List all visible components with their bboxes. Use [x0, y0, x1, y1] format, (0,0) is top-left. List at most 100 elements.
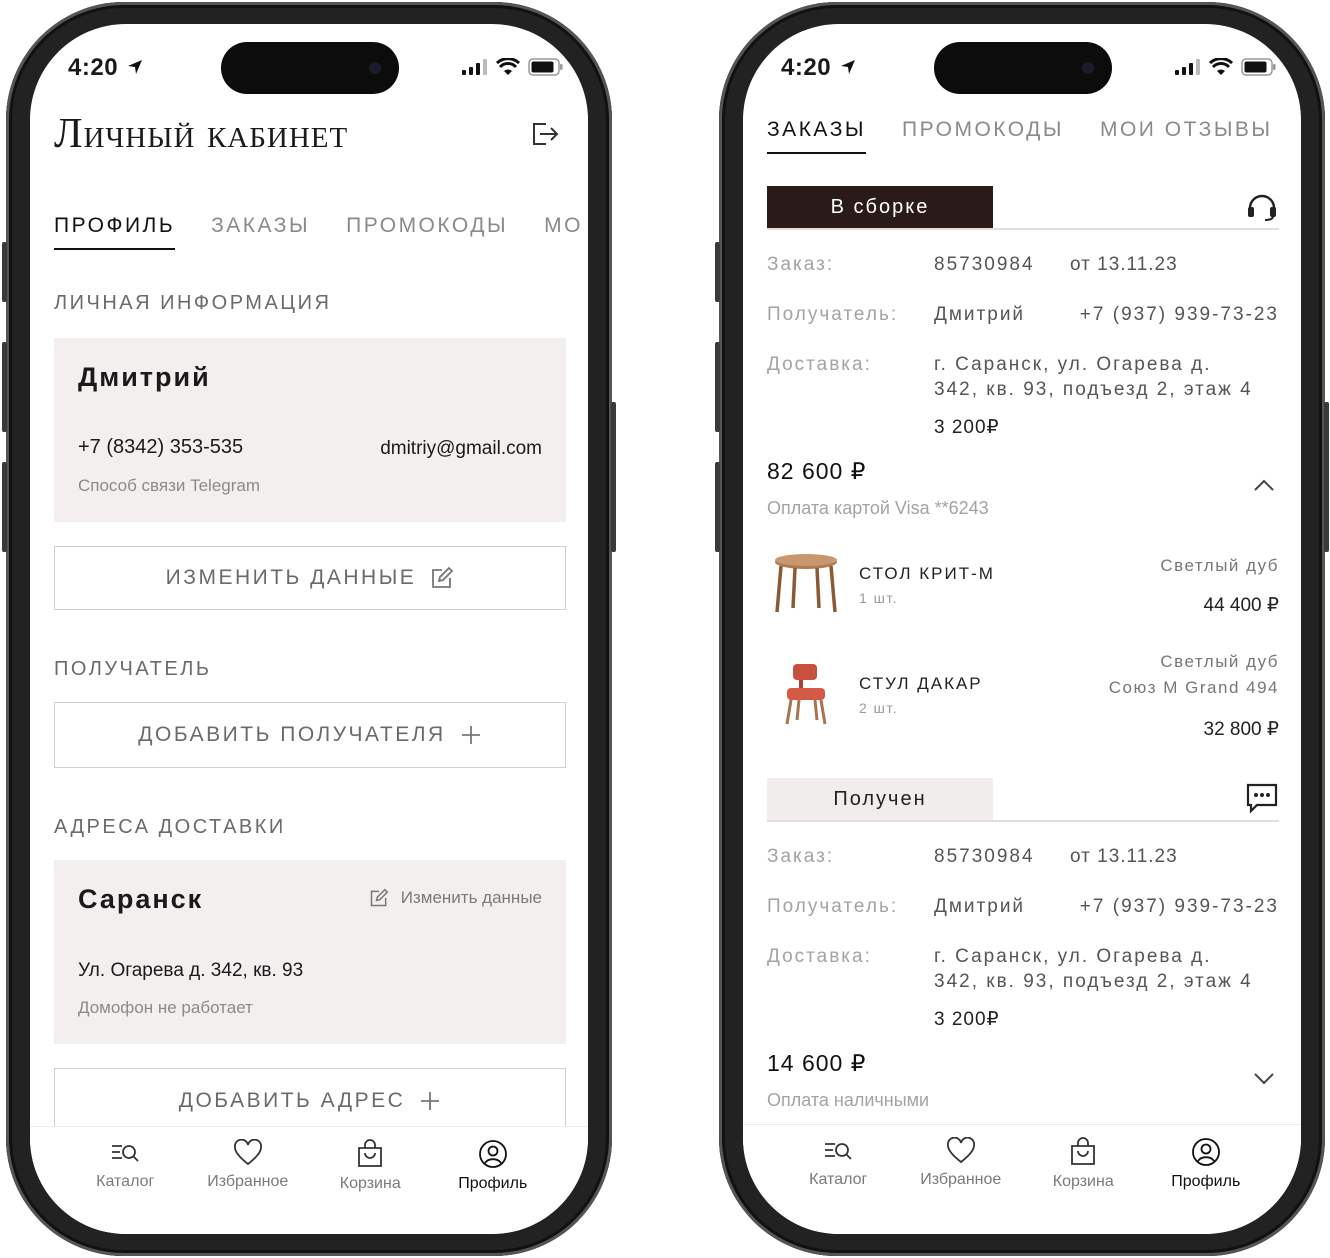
- bottom-nav: Каталог Избранное Корзина Профиль: [743, 1124, 1301, 1234]
- product-image-table: [771, 552, 841, 623]
- payment-method: Оплата картой Visa **6243: [767, 498, 989, 518]
- section-addresses: Адреса доставки: [54, 816, 286, 838]
- add-address-button[interactable]: Добавить адрес: [54, 1068, 566, 1134]
- order-status-badge: В сборке: [767, 186, 993, 228]
- side-button: [2, 242, 7, 302]
- plus-icon: [461, 726, 480, 744]
- nav-cart[interactable]: Корзина: [320, 1127, 420, 1234]
- address-city: Саранск: [78, 884, 204, 914]
- chat-button[interactable]: [1245, 782, 1279, 819]
- product-option: Союз М Grand 494: [1108, 678, 1279, 697]
- contact-method: Способ связи Telegram: [78, 476, 261, 495]
- wifi-icon: [1209, 58, 1233, 75]
- add-recipient-button[interactable]: Добавить получателя: [54, 702, 566, 768]
- product-option: Светлый дуб: [1160, 652, 1279, 671]
- nav-catalog[interactable]: Каталог: [75, 1127, 175, 1234]
- side-button: [715, 342, 720, 432]
- delivery-address-line2: 342, кв. 93, подъезд 2, этаж 4: [934, 971, 1253, 992]
- section-personal-info: Личная информация: [54, 292, 332, 314]
- location-arrow-icon: [128, 60, 143, 74]
- tab-orders[interactable]: Заказы: [211, 214, 310, 250]
- tab-promocodes[interactable]: Промокоды: [902, 118, 1064, 154]
- status-bar: 4:20: [30, 54, 588, 84]
- screen-orders: 4:20 Заказы Промокоды: [743, 24, 1301, 1234]
- tab-promocodes[interactable]: Промокоды: [346, 214, 508, 250]
- side-button: [1324, 402, 1329, 552]
- product-option: Светлый дуб: [1160, 556, 1279, 575]
- tab-reviews[interactable]: Мо: [544, 214, 583, 250]
- wifi-icon: [496, 58, 520, 75]
- person-email: dmitriy@gmail.com: [380, 438, 542, 459]
- expand-order-button[interactable]: [1253, 1072, 1275, 1091]
- location-arrow-icon: [841, 60, 856, 74]
- orders-tabs: Заказы Промокоды Мои отзывы: [767, 118, 1273, 154]
- section-recipient: Получатель: [54, 658, 212, 680]
- order-status-badge: Получен: [767, 778, 993, 820]
- screen-profile: 4:20 Личный кабинет ПРОФИЛЬ ЗАКАЗЫ ПРОМО…: [30, 24, 588, 1234]
- address-edit-label: Изменить данные: [400, 888, 542, 907]
- side-button: [715, 242, 720, 302]
- order-number: 85730984: [934, 254, 1035, 275]
- collapse-order-button[interactable]: [1253, 478, 1275, 497]
- catalog-search-icon: [825, 1143, 852, 1160]
- battery-icon: [528, 58, 563, 76]
- product-price: 44 400 ₽: [1203, 595, 1279, 616]
- order-date: от 13.11.23: [1070, 846, 1178, 867]
- nav-catalog[interactable]: Каталог: [788, 1125, 888, 1234]
- person-phone: +7 (8342) 353-535: [78, 436, 244, 458]
- address-card: Саранск Изменить данные Ул. Огарева д. 3…: [54, 860, 566, 1044]
- tab-orders[interactable]: Заказы: [767, 118, 866, 154]
- nav-label: Каталог: [809, 1171, 868, 1188]
- side-button: [715, 462, 720, 552]
- recipient-phone: +7 (937) 939-73-23: [1079, 304, 1279, 325]
- edit-data-button[interactable]: Изменить данные: [54, 546, 566, 610]
- heart-icon: [233, 1139, 262, 1166]
- chevron-down-icon: [1254, 1073, 1274, 1085]
- tab-profile[interactable]: Профиль: [54, 214, 176, 250]
- edit-data-label: Изменить данные: [165, 566, 417, 589]
- catalog-search-icon: [112, 1145, 139, 1162]
- recipient-phone: +7 (937) 939-73-23: [1079, 896, 1279, 917]
- nav-label: Профиль: [1171, 1173, 1241, 1190]
- status-icons: [462, 58, 564, 76]
- recipient-label: Получатель:: [767, 304, 899, 325]
- nav-favorites[interactable]: Избранное: [198, 1127, 298, 1234]
- profile-icon: [478, 1140, 507, 1168]
- delivery-label: Доставка:: [767, 354, 872, 375]
- phone-frame-left: 4:20 Личный кабинет ПРОФИЛЬ ЗАКАЗЫ ПРОМО…: [2, 2, 616, 1256]
- recipient-name: Дмитрий: [934, 304, 1026, 325]
- table-image: [775, 554, 837, 613]
- address-edit-link[interactable]: Изменить данные: [369, 888, 542, 908]
- nav-cart[interactable]: Корзина: [1033, 1125, 1133, 1234]
- status-bar: 4:20: [743, 54, 1301, 84]
- shopping-bag-icon: [1071, 1137, 1096, 1165]
- edit-icon: [432, 566, 454, 588]
- nav-profile[interactable]: Профиль: [1156, 1125, 1256, 1234]
- nav-label: Каталог: [96, 1173, 155, 1190]
- logout-button[interactable]: [530, 120, 560, 153]
- nav-label: Избранное: [207, 1173, 289, 1190]
- recipient-name: Дмитрий: [934, 896, 1026, 917]
- plus-icon: [421, 1092, 440, 1110]
- support-button[interactable]: [1245, 190, 1279, 227]
- logout-icon: [533, 123, 559, 145]
- cellular-signal-icon: [1175, 59, 1200, 75]
- person-name: Дмитрий: [78, 362, 211, 392]
- add-address-label: Добавить адрес: [178, 1089, 406, 1112]
- order-header: Получен: [767, 778, 1279, 822]
- side-button: [2, 462, 7, 552]
- nav-favorites[interactable]: Избранное: [911, 1125, 1011, 1234]
- bottom-nav: Каталог Избранное Корзина Профиль: [30, 1126, 588, 1234]
- cellular-signal-icon: [462, 59, 487, 75]
- order-number-label: Заказ:: [767, 846, 835, 867]
- side-button: [611, 402, 616, 552]
- personal-info-card: Дмитрий +7 (8342) 353-535 dmitriy@gmail.…: [54, 338, 566, 522]
- add-recipient-label: Добавить получателя: [138, 723, 446, 746]
- product-name: Стул Дакар: [859, 674, 983, 693]
- profile-icon: [1191, 1138, 1220, 1166]
- nav-profile[interactable]: Профиль: [443, 1127, 543, 1234]
- tab-reviews[interactable]: Мои отзывы: [1100, 118, 1273, 154]
- status-time-text: 4:20: [781, 54, 832, 81]
- order-number: 85730984: [934, 846, 1035, 867]
- product-qty: 1 шт.: [859, 590, 899, 606]
